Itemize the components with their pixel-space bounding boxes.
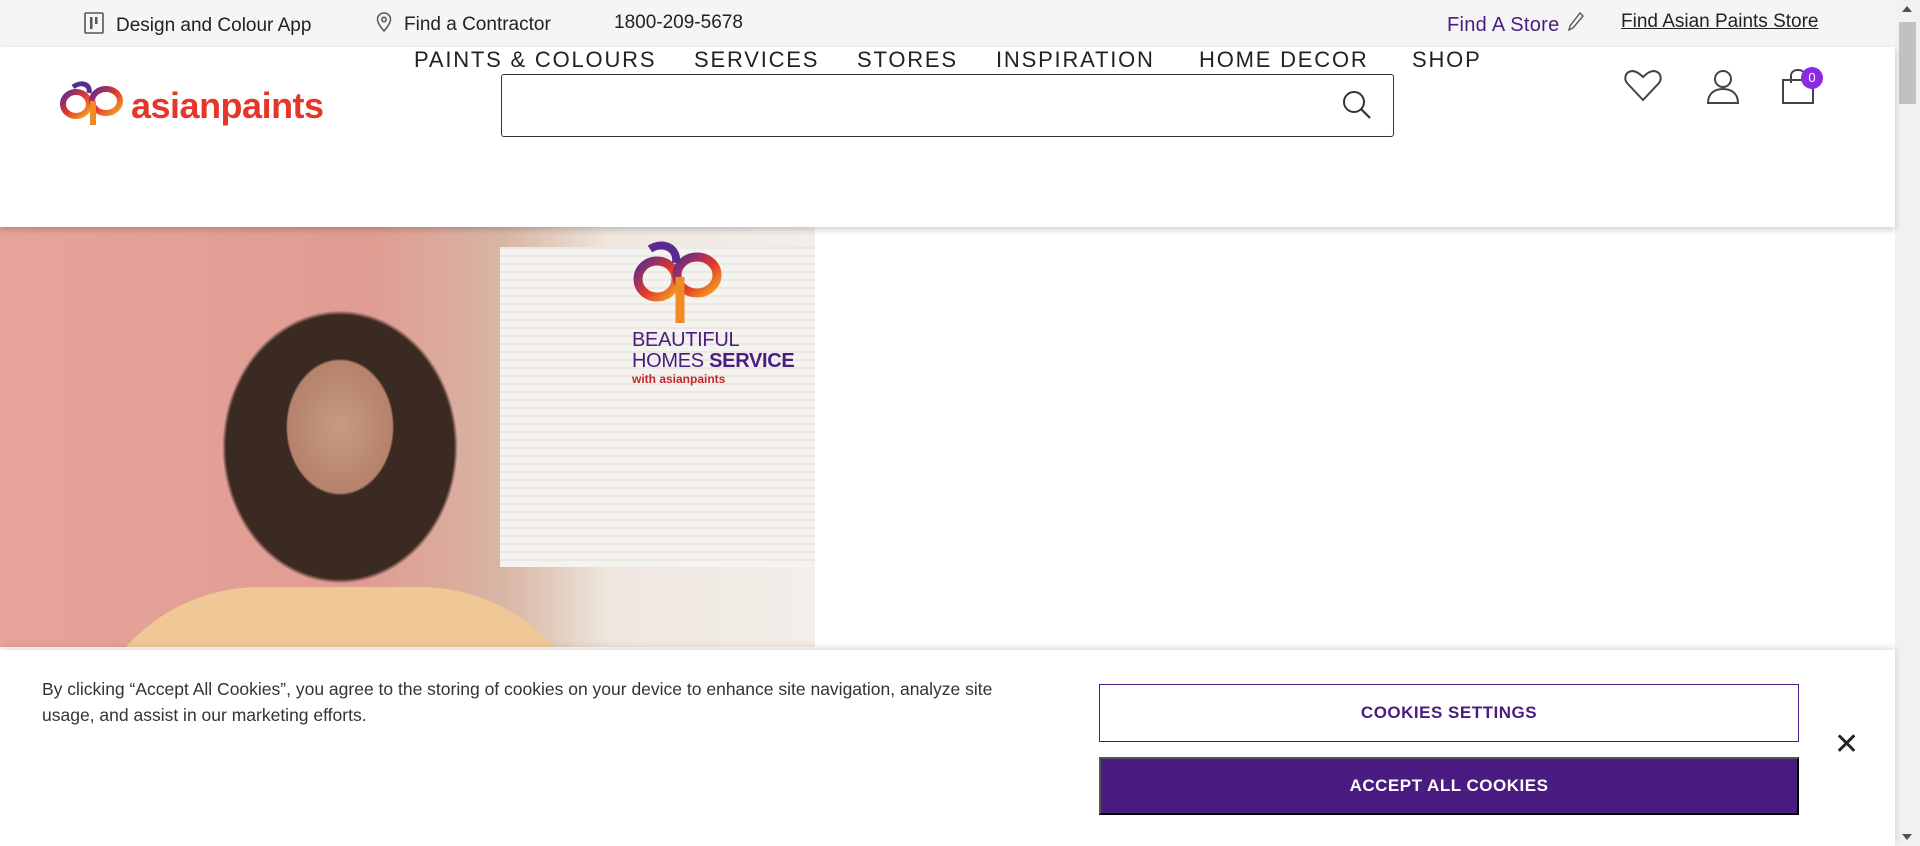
pencil-icon — [1567, 11, 1584, 38]
cookie-consent-text: By clicking “Accept All Cookies”, you ag… — [42, 679, 993, 725]
asianpaints-logo[interactable]: asianpaints — [59, 79, 324, 132]
ap-logo-icon — [59, 79, 125, 132]
nav-stores[interactable]: STORES — [857, 47, 958, 73]
find-asian-paints-store-link[interactable]: Find Asian Paints Store — [1621, 11, 1819, 33]
scroll-down-arrow-icon[interactable] — [1902, 834, 1912, 840]
find-a-store-link[interactable]: Find A Store — [1447, 11, 1584, 38]
phone-app-icon — [84, 12, 104, 40]
nav-home-decor[interactable]: HOME DECOR — [1199, 47, 1369, 73]
close-icon[interactable]: ✕ — [1834, 730, 1859, 760]
ap-badge-logo-icon — [633, 241, 722, 323]
site-header: asianpaints 0 PAINTS & COLOURS SERVICES … — [0, 47, 1895, 227]
cart-count-badge: 0 — [1801, 67, 1823, 89]
cookies-settings-button[interactable]: COOKIES SETTINGS — [1099, 684, 1799, 742]
location-pin-icon — [376, 12, 392, 38]
brand-line-with-asianpaints: with asianpaints — [632, 372, 726, 386]
page-scrollbar[interactable] — [1895, 0, 1920, 846]
search-box[interactable] — [501, 74, 1394, 137]
search-input[interactable] — [502, 75, 1322, 133]
logo-text: asianpaints — [131, 84, 324, 126]
nav-inspiration[interactable]: INSPIRATION — [996, 47, 1155, 73]
brand-service: SERVICE — [709, 350, 795, 372]
design-colour-app-link[interactable]: Design and Colour App — [84, 12, 311, 40]
brand-line-homes-service: HOMES SERVICE — [632, 351, 812, 372]
design-app-label: Design and Colour App — [116, 15, 312, 36]
hero-banner-image[interactable]: BEAUTIFUL HOMES SERVICE with asianpaints — [0, 227, 815, 647]
brand-line-beautiful: BEAUTIFUL — [632, 329, 740, 351]
brand-homes: HOMES — [632, 350, 710, 372]
user-account-icon[interactable] — [1706, 69, 1740, 110]
find-contractor-link[interactable]: Find a Contractor — [376, 12, 551, 38]
nav-services[interactable]: SERVICES — [694, 47, 819, 73]
beautiful-homes-service-badge: BEAUTIFUL HOMES SERVICE with asianpaints — [632, 237, 812, 386]
phone-number: 1800-209-5678 — [614, 12, 743, 33]
nav-paints-colours[interactable]: PAINTS & COLOURS — [414, 47, 656, 73]
nav-shop[interactable]: SHOP — [1412, 47, 1482, 73]
scroll-up-arrow-icon[interactable] — [1902, 6, 1912, 12]
wishlist-heart-icon[interactable] — [1624, 69, 1662, 108]
scroll-thumb[interactable] — [1899, 22, 1916, 104]
find-store-label: Find A Store — [1447, 13, 1560, 36]
search-icon[interactable] — [1341, 89, 1373, 126]
phone-number-link[interactable]: 1800-209-5678 — [614, 12, 743, 34]
top-utility-bar: Design and Colour App Find a Contractor … — [0, 0, 1895, 47]
accept-all-cookies-button[interactable]: ACCEPT ALL COOKIES — [1099, 757, 1799, 815]
hero-person-shirt — [80, 587, 600, 647]
cookie-consent-banner: By clicking “Accept All Cookies”, you ag… — [0, 650, 1895, 846]
find-contractor-label: Find a Contractor — [404, 14, 551, 35]
